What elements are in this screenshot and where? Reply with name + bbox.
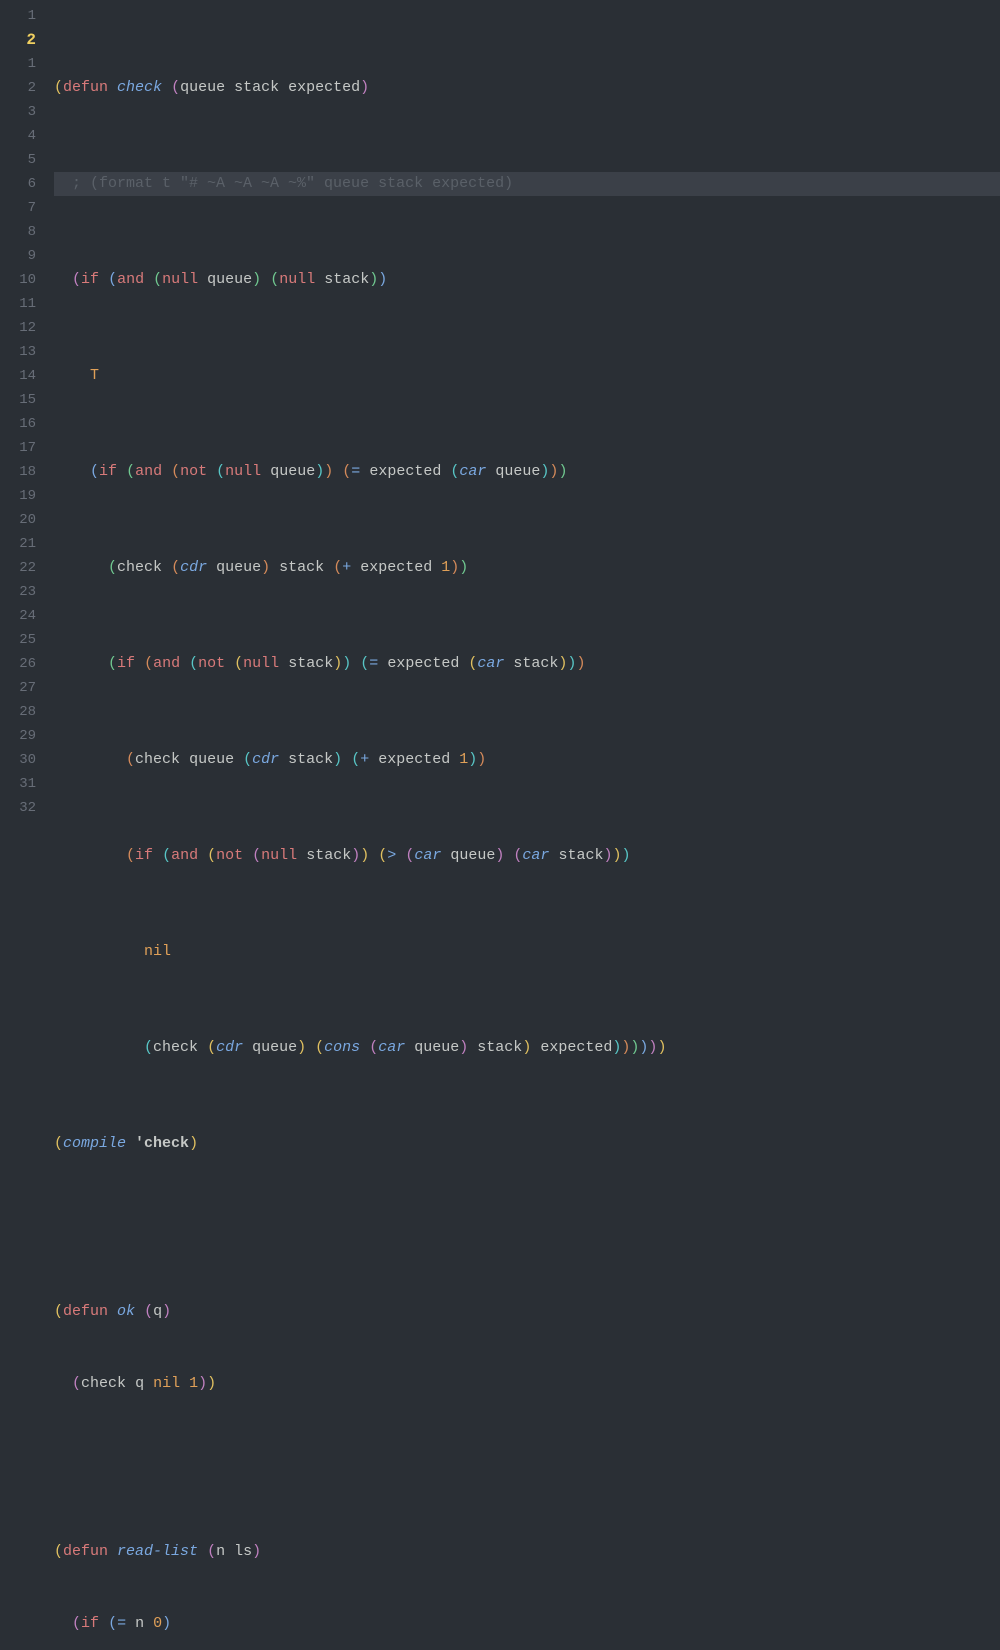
line-number: 14: [0, 364, 48, 388]
line-number: 7: [0, 196, 48, 220]
line-number: 10: [0, 268, 48, 292]
line-number: 31: [0, 772, 48, 796]
line-number: 23: [0, 580, 48, 604]
line-number: 20: [0, 508, 48, 532]
line-number: 18: [0, 460, 48, 484]
line-number: 26: [0, 652, 48, 676]
line-number: 22: [0, 556, 48, 580]
line-number: 30: [0, 748, 48, 772]
code-line[interactable]: [54, 1204, 1000, 1228]
code-line[interactable]: (defun read-list (n ls): [54, 1540, 1000, 1564]
code-line[interactable]: (check q nil 1)): [54, 1372, 1000, 1396]
code-line[interactable]: T: [54, 364, 1000, 388]
line-number: 28: [0, 700, 48, 724]
code-line[interactable]: (check (cdr queue) (cons (car queue) sta…: [54, 1036, 1000, 1060]
line-number: 4: [0, 124, 48, 148]
code-line[interactable]: (defun ok (q): [54, 1300, 1000, 1324]
line-number: 16: [0, 412, 48, 436]
code-line[interactable]: (check (cdr queue) stack (+ expected 1)): [54, 556, 1000, 580]
code-line[interactable]: (if (and (not (null stack)) (= expected …: [54, 652, 1000, 676]
line-number: 11: [0, 292, 48, 316]
line-number: 2: [0, 76, 48, 100]
line-number: 32: [0, 796, 48, 820]
line-number: 29: [0, 724, 48, 748]
code-line[interactable]: (if (and (not (null queue)) (= expected …: [54, 460, 1000, 484]
code-line[interactable]: (compile 'check): [54, 1132, 1000, 1156]
line-number: 9: [0, 244, 48, 268]
line-number: 2: [0, 28, 48, 52]
line-number: 21: [0, 532, 48, 556]
line-number: 13: [0, 340, 48, 364]
line-number: 19: [0, 484, 48, 508]
code-line[interactable]: (if (and (null queue) (null stack)): [54, 268, 1000, 292]
code-line[interactable]: ; (format t "# ~A ~A ~A ~%" queue stack …: [54, 172, 1000, 196]
code-line[interactable]: (if (and (not (null stack)) (> (car queu…: [54, 844, 1000, 868]
line-number: 12: [0, 316, 48, 340]
line-number: 24: [0, 604, 48, 628]
line-number: 15: [0, 388, 48, 412]
line-number: 1: [0, 52, 48, 76]
code-line[interactable]: (check queue (cdr stack) (+ expected 1)): [54, 748, 1000, 772]
code-line[interactable]: nil: [54, 940, 1000, 964]
code-line[interactable]: [54, 1444, 1000, 1468]
code-line[interactable]: (defun check (queue stack expected): [54, 76, 1000, 100]
line-number-gutter: 1212345678910111213141516171819202122232…: [0, 0, 48, 825]
line-number: 6: [0, 172, 48, 196]
line-number: 25: [0, 628, 48, 652]
line-number: 8: [0, 220, 48, 244]
line-number: 5: [0, 148, 48, 172]
code-area[interactable]: (defun check (queue stack expected) ; (f…: [48, 0, 1000, 825]
line-number: 17: [0, 436, 48, 460]
code-editor: 1212345678910111213141516171819202122232…: [0, 0, 1000, 825]
line-number: 27: [0, 676, 48, 700]
code-line[interactable]: (if (= n 0): [54, 1612, 1000, 1636]
line-number: 1: [0, 4, 48, 28]
line-number: 3: [0, 100, 48, 124]
